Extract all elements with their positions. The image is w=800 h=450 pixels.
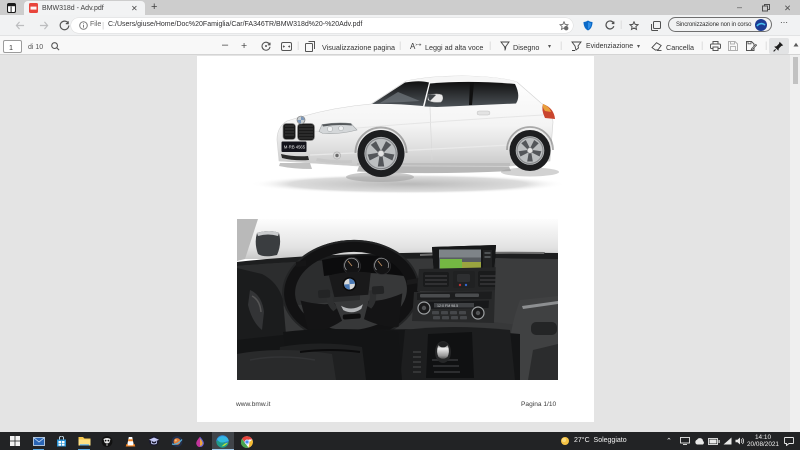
svg-text:12:0 FM 98.5: 12:0 FM 98.5 [437,304,458,308]
svg-text:www.bmw.it: www.bmw.it [235,401,271,408]
svg-text:M·RB 4565: M·RB 4565 [284,145,306,150]
svg-text:Pagina 1/10: Pagina 1/10 [521,401,557,408]
